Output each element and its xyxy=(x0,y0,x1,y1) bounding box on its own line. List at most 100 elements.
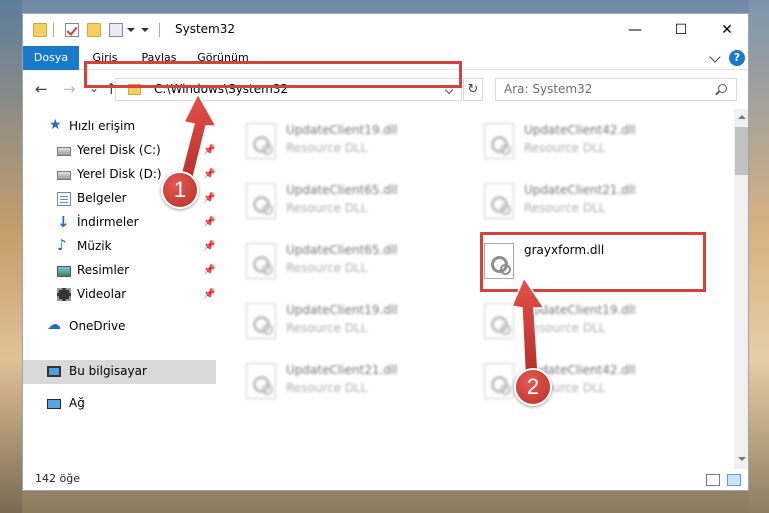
view-options-icon[interactable] xyxy=(109,23,123,37)
sidebar-item-onedrive[interactable]: ☁ OneDrive xyxy=(23,315,216,339)
pin-icon[interactable]: 📌 xyxy=(203,289,215,300)
sidebar-item-pictures[interactable]: Resimler 📌 xyxy=(23,259,216,283)
computer-icon xyxy=(47,366,61,377)
disk-icon xyxy=(57,171,71,180)
file-tile[interactable]: UpdateClient21.dll Resource DLL xyxy=(474,179,694,223)
dll-file-icon xyxy=(246,123,276,159)
star-icon: ★ xyxy=(49,117,62,133)
pin-icon[interactable]: 📌 xyxy=(203,145,215,156)
dll-file-icon xyxy=(246,243,276,279)
close-button[interactable]: ✕ xyxy=(704,14,748,46)
sidebar-item-label: Ağ xyxy=(69,396,85,410)
customize-toolbar-caret-icon[interactable] xyxy=(141,28,149,32)
navigation-pane: ★ Hızlı erişim Yerel Disk (C:) 📌 Yerel D… xyxy=(23,109,216,469)
sidebar-item-label: İndirmeler xyxy=(77,215,139,229)
back-button[interactable]: ← xyxy=(35,80,48,98)
file-tile[interactable]: UpdateClient21.dll Resource DLL xyxy=(236,359,456,403)
onedrive-icon: ☁ xyxy=(47,317,61,333)
pin-icon[interactable]: 📌 xyxy=(203,217,215,228)
sidebar-item-label: OneDrive xyxy=(69,319,126,333)
file-tile[interactable]: UpdateClient19.dll Resource DLL xyxy=(236,119,456,163)
search-placeholder: Ara: System32 xyxy=(504,82,593,96)
folder-icon xyxy=(33,23,47,37)
pin-icon[interactable]: 📌 xyxy=(203,169,215,180)
file-name: UpdateClient19.dll xyxy=(286,123,398,137)
step-2-badge: 2 xyxy=(514,368,552,406)
sidebar-item-label: Belgeler xyxy=(77,191,127,205)
window-title: System32 xyxy=(175,22,236,36)
dll-file-icon xyxy=(484,183,514,219)
sidebar-item-label: Yerel Disk (D:) xyxy=(77,167,162,181)
dll-file-icon xyxy=(246,363,276,399)
file-type: Resource DLL xyxy=(524,321,606,335)
scroll-down-icon[interactable] xyxy=(738,457,746,461)
qa-dropdown-caret-icon[interactable] xyxy=(127,28,135,32)
sidebar-item-music[interactable]: ♪ Müzik 📌 xyxy=(23,235,216,259)
sidebar-item-label: Resimler xyxy=(77,263,130,277)
pictures-icon xyxy=(57,266,71,277)
file-tile[interactable]: UpdateClient65.dll Resource DLL xyxy=(236,179,456,223)
vertical-scrollbar[interactable] xyxy=(734,109,748,469)
file-name: UpdateClient21.dll xyxy=(286,363,398,377)
maximize-button[interactable]: ☐ xyxy=(658,14,704,46)
sidebar-item-label: Videolar xyxy=(77,287,127,301)
details-view-icon[interactable] xyxy=(706,474,720,486)
file-name: UpdateClient65.dll xyxy=(286,183,398,197)
separator xyxy=(53,23,54,37)
file-name: UpdateClient42.dll xyxy=(524,123,636,137)
help-icon[interactable]: ? xyxy=(729,50,745,66)
status-bar: 142 öğe xyxy=(23,469,748,490)
file-name: UpdateClient21.dll xyxy=(524,183,636,197)
file-tile[interactable]: UpdateClient19.dll Resource DLL xyxy=(236,299,456,343)
sidebar-item-network[interactable]: Ağ xyxy=(23,392,216,416)
sidebar-item-local-disk-c[interactable]: Yerel Disk (C:) 📌 xyxy=(23,139,216,163)
sidebar-item-videos[interactable]: Videolar 📌 xyxy=(23,283,216,307)
search-icon[interactable] xyxy=(718,84,727,93)
scrollbar-thumb[interactable] xyxy=(735,127,748,175)
properties-check-icon[interactable] xyxy=(65,23,79,37)
dll-file-icon xyxy=(246,183,276,219)
sidebar-item-downloads[interactable]: ↓ İndirmeler 📌 xyxy=(23,211,216,235)
file-tile[interactable]: UpdateClient65.dll Resource DLL xyxy=(236,239,456,283)
new-folder-icon[interactable] xyxy=(87,23,101,37)
sidebar-item-label: Müzik xyxy=(77,239,112,253)
dll-file-icon xyxy=(484,303,514,339)
pin-icon[interactable]: 📌 xyxy=(203,265,215,276)
file-type: Resource DLL xyxy=(286,381,368,395)
desktop-background-right xyxy=(749,0,769,513)
scroll-up-icon[interactable] xyxy=(738,115,746,119)
pin-icon[interactable]: 📌 xyxy=(203,193,215,204)
address-bar-highlight xyxy=(84,61,462,88)
file-type: Resource DLL xyxy=(524,141,606,155)
minimize-button[interactable]: — xyxy=(612,14,658,46)
music-icon: ♪ xyxy=(57,236,67,254)
download-icon: ↓ xyxy=(57,213,70,231)
file-highlight xyxy=(480,232,706,292)
dll-file-icon xyxy=(484,363,514,399)
sidebar-item-quick-access[interactable]: ★ Hızlı erişim xyxy=(23,115,216,139)
file-name: UpdateClient19.dll xyxy=(286,303,398,317)
file-tile[interactable]: UpdateClient19.dll Resource DLL xyxy=(474,299,694,343)
forward-button[interactable]: → xyxy=(63,80,76,98)
item-count: 142 öğe xyxy=(35,472,80,485)
pin-icon[interactable]: 📌 xyxy=(203,241,215,252)
title-bar: System32 — ☐ ✕ xyxy=(23,14,748,46)
network-icon xyxy=(47,399,61,409)
tiles-view-icon[interactable] xyxy=(727,474,741,486)
dll-file-icon xyxy=(246,303,276,339)
file-type: Resource DLL xyxy=(286,201,368,215)
videos-icon xyxy=(57,288,71,301)
sidebar-item-label: Hızlı erişim xyxy=(69,119,136,133)
file-type: Resource DLL xyxy=(286,261,368,275)
dll-file-icon xyxy=(484,123,514,159)
file-tile[interactable]: UpdateClient42.dll Resource DLL xyxy=(474,119,694,163)
search-box[interactable]: Ara: System32 xyxy=(495,78,737,101)
file-tile[interactable]: UpdateClient42.dll Resource DLL xyxy=(474,359,694,403)
file-type: Resource DLL xyxy=(524,201,606,215)
refresh-button[interactable]: ↻ xyxy=(463,78,483,101)
expand-ribbon-chevron-icon[interactable] xyxy=(709,51,721,63)
file-name: UpdateClient19.dll xyxy=(524,303,636,317)
file-name: UpdateClient65.dll xyxy=(286,243,398,257)
tab-file[interactable]: Dosya xyxy=(23,46,79,70)
sidebar-item-this-pc[interactable]: Bu bilgisayar xyxy=(23,360,216,384)
